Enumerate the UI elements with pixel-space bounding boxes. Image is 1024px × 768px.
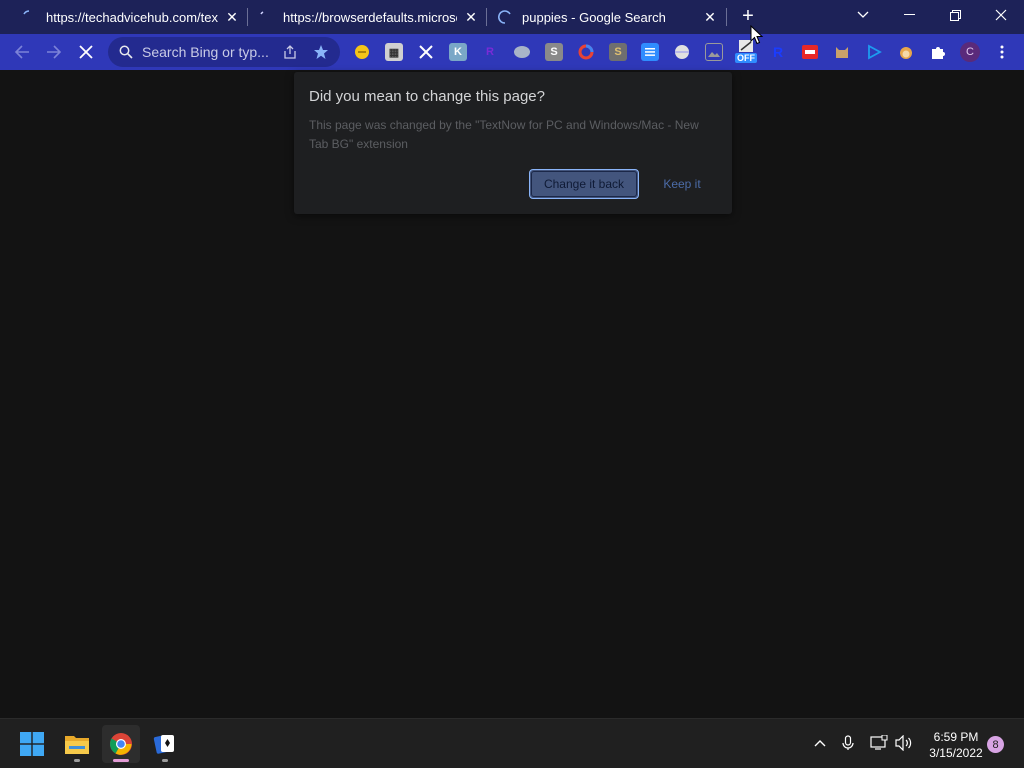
- volume-icon[interactable]: [895, 734, 913, 752]
- loading-spinner-icon: [498, 10, 511, 24]
- emoji-face-icon[interactable]: [353, 43, 371, 61]
- share-icon[interactable]: [282, 44, 298, 60]
- white-circle-icon[interactable]: [673, 43, 691, 61]
- tab-puppies[interactable]: puppies - Google Search ✕: [498, 0, 718, 34]
- cross-arrows-icon[interactable]: [417, 43, 435, 61]
- tab-search-icon[interactable]: [840, 0, 886, 30]
- keep-it-button[interactable]: Keep it: [654, 169, 710, 199]
- mouse-cursor-icon: [750, 25, 764, 45]
- search-icon: [119, 45, 133, 59]
- play-icon[interactable]: [865, 43, 883, 61]
- extension-changed-page-dialog: Did you mean to change this page? This p…: [294, 72, 732, 214]
- elephant-icon[interactable]: [513, 43, 531, 61]
- running-indicator: [74, 759, 80, 762]
- back-arrow-icon[interactable]: [11, 41, 33, 63]
- s-extension-icon[interactable]: S: [545, 43, 563, 61]
- tab-browserdefaults[interactable]: https://browserdefaults.microsoft ✕: [259, 0, 479, 34]
- stop-loading-icon[interactable]: [75, 41, 97, 63]
- red-box-icon[interactable]: [801, 43, 819, 61]
- dialog-message: This page was changed by the "TextNow fo…: [309, 118, 699, 151]
- close-window-icon[interactable]: [978, 0, 1024, 30]
- change-it-back-button[interactable]: Change it back: [529, 169, 639, 199]
- colorful-ring-icon[interactable]: [577, 43, 595, 61]
- clock-time: 6:59 PM: [933, 730, 979, 744]
- notification-badge[interactable]: 8: [987, 736, 1004, 753]
- r-blue-icon[interactable]: R: [769, 43, 787, 61]
- file-explorer-button[interactable]: [58, 725, 96, 763]
- network-icon[interactable]: [870, 734, 888, 752]
- grid-dots-icon[interactable]: [641, 43, 659, 61]
- tab-title: puppies - Google Search: [522, 9, 666, 25]
- loading-spinner-icon: [23, 10, 30, 15]
- windows-taskbar: 6:59 PM 3/15/2022 8: [0, 718, 1024, 768]
- show-hidden-icons-chevron-icon[interactable]: [811, 734, 829, 752]
- address-input[interactable]: [142, 44, 270, 60]
- new-tab-button[interactable]: +: [738, 6, 758, 26]
- tab-title: https://browserdefaults.microsoft: [283, 9, 457, 25]
- close-tab-icon[interactable]: ✕: [463, 9, 479, 25]
- browser-window: https://techadvicehub.com/textn ✕ https:…: [0, 0, 1024, 768]
- restore-icon[interactable]: [932, 0, 978, 30]
- start-button[interactable]: [13, 725, 51, 763]
- running-indicator: [113, 759, 129, 762]
- folder-icon: [65, 736, 89, 754]
- chrome-icon: [110, 733, 132, 755]
- dialog-title: Did you mean to change this page?: [309, 88, 545, 105]
- solitaire-cards-icon: [153, 735, 174, 754]
- browser-toolbar: ▦ K R S S OFF R C: [0, 34, 1024, 70]
- bookmark-star-icon[interactable]: [313, 44, 329, 60]
- running-indicator: [162, 759, 168, 762]
- puzzle-piece-icon[interactable]: [929, 43, 947, 61]
- microphone-icon[interactable]: [839, 734, 857, 752]
- solitaire-button[interactable]: [146, 725, 184, 763]
- windows-logo-icon: [20, 732, 44, 756]
- cat-icon[interactable]: [833, 43, 851, 61]
- more-menu-icon[interactable]: [993, 43, 1011, 61]
- address-bar[interactable]: [108, 37, 340, 67]
- minimize-icon[interactable]: [886, 0, 932, 30]
- clock-date: 3/15/2022: [929, 746, 983, 760]
- tab-strip: https://techadvicehub.com/textn ✕ https:…: [0, 0, 1024, 34]
- r-purple-icon[interactable]: R: [481, 43, 499, 61]
- tab-title: https://techadvicehub.com/textn: [46, 9, 218, 25]
- monkey-icon[interactable]: [897, 43, 915, 61]
- tab-divider: [486, 8, 487, 26]
- k-extension-icon[interactable]: K: [449, 43, 467, 61]
- tab-divider: [726, 8, 727, 26]
- picture-icon[interactable]: [705, 43, 723, 61]
- loading-spinner-icon: [260, 11, 264, 15]
- close-tab-icon[interactable]: ✕: [702, 9, 718, 25]
- tab-techadvicehub[interactable]: https://techadvicehub.com/textn ✕: [22, 0, 240, 34]
- forward-arrow-icon[interactable]: [43, 41, 65, 63]
- chrome-button[interactable]: [102, 725, 140, 763]
- taskbar-clock[interactable]: 6:59 PM 3/15/2022: [924, 729, 988, 761]
- tab-divider: [247, 8, 248, 26]
- pixel-image-icon[interactable]: ▦: [385, 43, 403, 61]
- s-box-icon[interactable]: S: [609, 43, 627, 61]
- close-tab-icon[interactable]: ✕: [224, 9, 240, 25]
- profile-avatar[interactable]: C: [960, 42, 980, 62]
